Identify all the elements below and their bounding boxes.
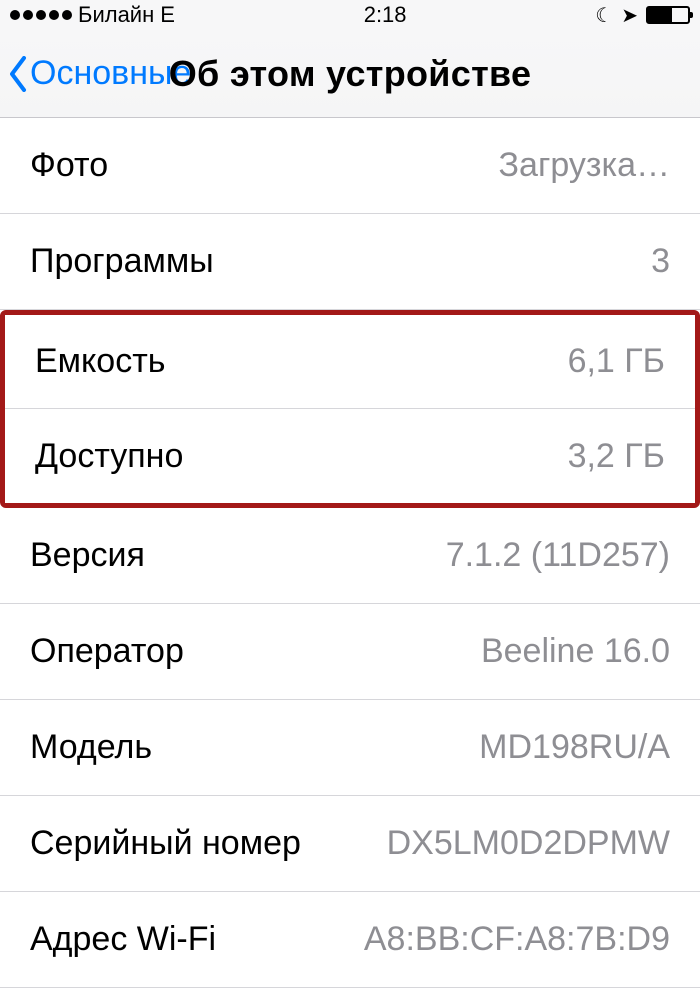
row-value: 3 (651, 242, 670, 281)
row-value: MD198RU/A (479, 728, 670, 767)
signal-strength-icon (10, 10, 72, 20)
row-value: DX5LM0D2DPMW (387, 824, 670, 863)
row-value: Загрузка… (499, 146, 671, 185)
row-value: A8:BB:CF:A8:7B:D9 (364, 920, 670, 959)
row-value: Beeline 16.0 (481, 632, 670, 671)
row-label: Версия (30, 536, 145, 575)
row-model[interactable]: Модель MD198RU/A (0, 700, 700, 796)
do-not-disturb-icon: ☾ (595, 3, 613, 28)
row-value: 7.1.2 (11D257) (446, 536, 670, 575)
back-button[interactable]: Основные (0, 54, 191, 94)
status-right: ☾ ➤ (595, 3, 690, 28)
battery-icon (646, 6, 690, 24)
row-label: Фото (30, 146, 108, 185)
row-apps[interactable]: Программы 3 (0, 214, 700, 310)
chevron-left-icon (6, 54, 30, 94)
row-label: Серийный номер (30, 824, 301, 863)
status-left: Билайн E (10, 2, 175, 28)
row-photo[interactable]: Фото Загрузка… (0, 118, 700, 214)
settings-list: Фото Загрузка… Программы 3 Емкость 6,1 Г… (0, 118, 700, 988)
carrier-label: Билайн (78, 2, 154, 28)
row-label: Доступно (35, 437, 183, 476)
row-serial[interactable]: Серийный номер DX5LM0D2DPMW (0, 796, 700, 892)
back-label: Основные (30, 54, 191, 93)
row-label: Программы (30, 242, 214, 281)
row-version[interactable]: Версия 7.1.2 (11D257) (0, 508, 700, 604)
highlighted-section: Емкость 6,1 ГБ Доступно 3,2 ГБ (0, 310, 700, 508)
navigation-bar: Основные Об этом устройстве (0, 30, 700, 118)
row-label: Адрес Wi-Fi (30, 920, 216, 959)
row-carrier[interactable]: Оператор Beeline 16.0 (0, 604, 700, 700)
row-value: 6,1 ГБ (568, 342, 665, 381)
location-icon: ➤ (621, 3, 638, 28)
row-value: 3,2 ГБ (568, 437, 665, 476)
clock: 2:18 (364, 2, 407, 28)
network-type: E (160, 2, 175, 28)
row-label: Емкость (35, 342, 166, 381)
row-label: Оператор (30, 632, 184, 671)
row-label: Модель (30, 728, 152, 767)
row-wifi-address[interactable]: Адрес Wi-Fi A8:BB:CF:A8:7B:D9 (0, 892, 700, 988)
row-capacity[interactable]: Емкость 6,1 ГБ (5, 315, 695, 409)
row-available[interactable]: Доступно 3,2 ГБ (5, 409, 695, 503)
status-bar: Билайн E 2:18 ☾ ➤ (0, 0, 700, 30)
